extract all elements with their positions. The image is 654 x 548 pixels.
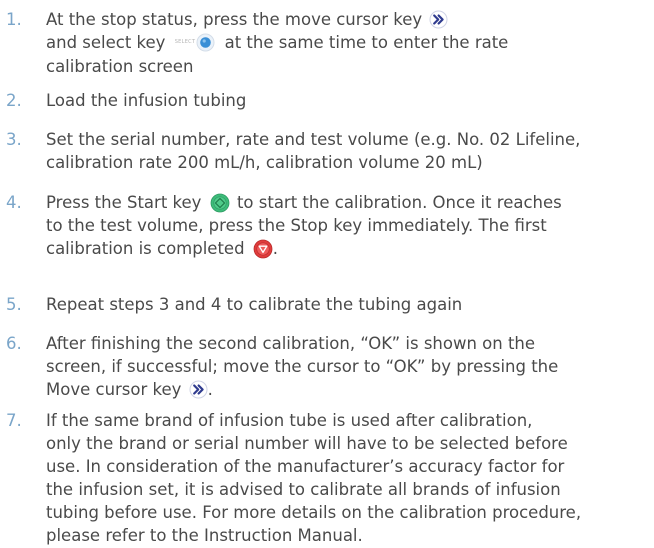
step-text: After finishing the second calibration, … bbox=[46, 332, 652, 401]
step-line: calibration is completed . bbox=[46, 239, 279, 259]
step-line: At the stop status, press the move curso… bbox=[46, 8, 652, 31]
step-text: Set the serial number, rate and test vol… bbox=[46, 128, 652, 174]
step-line: to the test volume, press the Stop key i… bbox=[46, 216, 547, 235]
step-text: If the same brand of infusion tube is us… bbox=[46, 409, 652, 547]
step-line: and select key SELECT at the same time t… bbox=[46, 33, 509, 52]
step-line: Press the Start key to start the calibra… bbox=[46, 193, 562, 213]
step-line: calibration screen bbox=[46, 57, 194, 76]
move-cursor-key-icon bbox=[189, 380, 208, 399]
step-line: Move cursor key . bbox=[46, 380, 213, 399]
step-text: Load the infusion tubing bbox=[46, 89, 652, 112]
step-line: use. In consideration of the manufacture… bbox=[46, 457, 565, 476]
step-number: 7. bbox=[6, 411, 22, 430]
move-cursor-key-icon bbox=[429, 10, 448, 29]
step-text: At the stop status, press the move curso… bbox=[46, 8, 652, 78]
step-number: 3. bbox=[6, 130, 22, 149]
step-line: After finishing the second calibration, … bbox=[46, 334, 536, 353]
step-number: 5. bbox=[6, 295, 22, 314]
step-line: Repeat steps 3 and 4 to calibrate the tu… bbox=[46, 295, 463, 314]
step-number: 4. bbox=[6, 193, 22, 212]
step-number: 2. bbox=[6, 91, 22, 110]
step-line: Set the serial number, rate and test vol… bbox=[46, 130, 581, 149]
select-key-label: SELECT bbox=[174, 39, 196, 45]
step-line: calibration rate 200 mL/h, calibration v… bbox=[46, 153, 483, 172]
stop-key-icon bbox=[253, 239, 273, 259]
step-number: 1. bbox=[6, 10, 22, 29]
step-number: 6. bbox=[6, 334, 22, 353]
step-line: only the brand or serial number will hav… bbox=[46, 434, 568, 453]
step-text: Repeat steps 3 and 4 to calibrate the tu… bbox=[46, 293, 652, 316]
step-text: Press the Start key to start the calibra… bbox=[46, 191, 652, 260]
step-line: screen, if successful; move the cursor t… bbox=[46, 357, 559, 376]
step-line: tubing before use. For more details on t… bbox=[46, 503, 582, 522]
step-line: If the same brand of infusion tube is us… bbox=[46, 411, 533, 430]
select-key-icon bbox=[196, 33, 215, 52]
step-line: please refer to the Instruction Manual. bbox=[46, 526, 363, 545]
step-line: the infusion set, it is advised to calib… bbox=[46, 480, 561, 499]
start-key-icon bbox=[210, 193, 230, 213]
step-line: Load the infusion tubing bbox=[46, 91, 247, 110]
